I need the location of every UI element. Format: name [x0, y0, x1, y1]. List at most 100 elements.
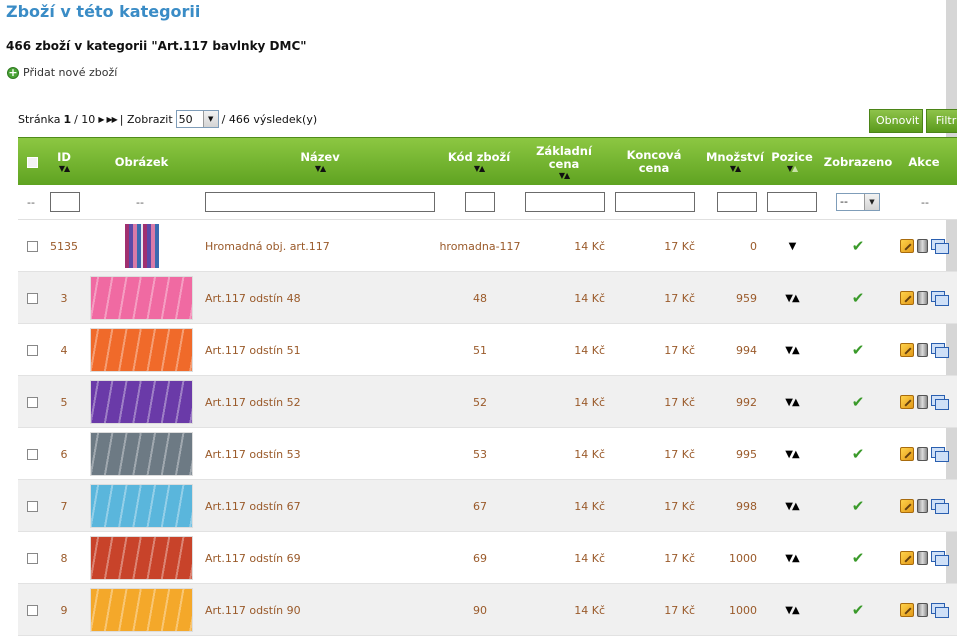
- edit-pencil-icon[interactable]: [900, 551, 914, 565]
- row-name-link[interactable]: Art.117 odstín 69: [205, 552, 301, 565]
- col-name[interactable]: Název ▼▲: [204, 138, 436, 186]
- sort-icon[interactable]: ▼▲: [474, 164, 485, 173]
- product-thumbnail[interactable]: [124, 224, 159, 268]
- product-thumbnail[interactable]: [90, 380, 193, 424]
- product-thumbnail[interactable]: [90, 276, 193, 320]
- row-shown[interactable]: ✔: [822, 584, 894, 636]
- row-name-link[interactable]: Hromadná obj. art.117: [205, 240, 330, 253]
- last-page-icon[interactable]: ▶▶: [106, 115, 117, 124]
- sort-icon[interactable]: ▼▲: [59, 164, 70, 173]
- col-base-price[interactable]: Základní cena ▼▲: [524, 138, 604, 186]
- position-arrows-icon[interactable]: ▼▲: [785, 345, 799, 356]
- product-thumbnail[interactable]: [90, 536, 193, 580]
- edit-pencil-icon[interactable]: [900, 395, 914, 409]
- copy-windows-icon[interactable]: [931, 395, 949, 410]
- row-shown[interactable]: ✔: [822, 428, 894, 480]
- position-arrows-icon[interactable]: ▼▲: [785, 293, 799, 304]
- row-shown[interactable]: ✔: [822, 324, 894, 376]
- copy-windows-icon[interactable]: [931, 447, 949, 462]
- position-arrows-icon[interactable]: ▼▲: [785, 397, 799, 408]
- edit-pencil-icon[interactable]: [900, 343, 914, 357]
- checkmark-icon[interactable]: ✔: [852, 393, 865, 411]
- filter-code-input[interactable]: [465, 192, 495, 212]
- row-shown[interactable]: ✔: [822, 272, 894, 324]
- row-name[interactable]: Art.117 odstín 48: [205, 272, 435, 324]
- product-thumbnail[interactable]: [90, 484, 193, 528]
- trash-icon[interactable]: [917, 603, 928, 617]
- row-position[interactable]: ▼▲: [768, 272, 816, 324]
- checkmark-icon[interactable]: ✔: [852, 497, 865, 515]
- row-shown[interactable]: ✔: [822, 220, 894, 272]
- row-checkbox[interactable]: [26, 552, 38, 564]
- checkmark-icon[interactable]: ✔: [852, 341, 865, 359]
- row-position[interactable]: ▼▲: [768, 324, 816, 376]
- filter-id-input[interactable]: [50, 192, 80, 212]
- row-checkbox[interactable]: [26, 240, 38, 252]
- row-position[interactable]: ▼▲: [768, 584, 816, 636]
- trash-icon[interactable]: [917, 343, 928, 357]
- row-name[interactable]: Art.117 odstín 90: [205, 584, 435, 636]
- checkmark-icon[interactable]: ✔: [852, 549, 865, 567]
- sort-icon[interactable]: ▼▲: [787, 164, 798, 173]
- col-quantity[interactable]: Množství ▼▲: [700, 138, 770, 186]
- row-shown[interactable]: ✔: [822, 532, 894, 584]
- next-page-icon[interactable]: ▶: [98, 115, 104, 124]
- col-code[interactable]: Kód zboží ▼▲: [444, 138, 514, 186]
- edit-pencil-icon[interactable]: [900, 603, 914, 617]
- row-checkbox[interactable]: [26, 396, 38, 408]
- sort-icon[interactable]: ▼▲: [315, 164, 326, 173]
- filter-final-price-input[interactable]: [615, 192, 695, 212]
- select-all-checkbox[interactable]: [26, 156, 38, 168]
- filter-quantity-input[interactable]: [717, 192, 757, 212]
- row-name[interactable]: Art.117 odstín 51: [205, 324, 435, 376]
- trash-icon[interactable]: [917, 239, 928, 253]
- position-arrows-icon[interactable]: ▼▲: [785, 605, 799, 616]
- checkmark-icon[interactable]: ✔: [852, 289, 865, 307]
- row-checkbox[interactable]: [26, 500, 38, 512]
- row-name-link[interactable]: Art.117 odstín 53: [205, 448, 301, 461]
- edit-pencil-icon[interactable]: [900, 499, 914, 513]
- filter-base-price-input[interactable]: [525, 192, 605, 212]
- refresh-button[interactable]: Obnovit: [869, 109, 923, 133]
- product-thumbnail[interactable]: [90, 328, 193, 372]
- col-id[interactable]: ID ▼▲: [46, 138, 82, 186]
- row-name-link[interactable]: Art.117 odstín 52: [205, 396, 301, 409]
- edit-pencil-icon[interactable]: [900, 239, 914, 253]
- copy-windows-icon[interactable]: [931, 603, 949, 618]
- row-name-link[interactable]: Art.117 odstín 48: [205, 292, 301, 305]
- checkmark-icon[interactable]: ✔: [852, 445, 865, 463]
- sort-icon[interactable]: ▼▲: [559, 171, 570, 180]
- trash-icon[interactable]: [917, 447, 928, 461]
- row-position[interactable]: ▼▲: [768, 532, 816, 584]
- col-position[interactable]: Pozice ▼▲: [768, 138, 816, 186]
- row-name-link[interactable]: Art.117 odstín 51: [205, 344, 301, 357]
- copy-windows-icon[interactable]: [931, 343, 949, 358]
- row-shown[interactable]: ✔: [822, 480, 894, 532]
- trash-icon[interactable]: [917, 395, 928, 409]
- row-name[interactable]: Art.117 odstín 67: [205, 480, 435, 532]
- row-checkbox[interactable]: [26, 448, 38, 460]
- row-name-link[interactable]: Art.117 odstín 90: [205, 604, 301, 617]
- product-thumbnail[interactable]: [90, 588, 193, 632]
- row-name-link[interactable]: Art.117 odstín 67: [205, 500, 301, 513]
- position-arrows-icon[interactable]: ▼▲: [785, 449, 799, 460]
- filter-button[interactable]: Filtr: [926, 109, 957, 133]
- copy-windows-icon[interactable]: [931, 291, 949, 306]
- row-checkbox[interactable]: [26, 292, 38, 304]
- sort-icon[interactable]: ▼▲: [730, 164, 741, 173]
- trash-icon[interactable]: [917, 499, 928, 513]
- row-position[interactable]: ▼▲: [768, 480, 816, 532]
- filter-shown-select[interactable]: -- ▼: [836, 193, 880, 211]
- row-position[interactable]: ▼▲: [768, 376, 816, 428]
- position-arrows-icon[interactable]: ▼: [789, 241, 797, 252]
- position-arrows-icon[interactable]: ▼▲: [785, 501, 799, 512]
- add-product-link[interactable]: + Přidat nové zboží: [7, 66, 117, 79]
- row-name[interactable]: Hromadná obj. art.117: [205, 220, 435, 272]
- trash-icon[interactable]: [917, 551, 928, 565]
- copy-windows-icon[interactable]: [931, 239, 949, 254]
- row-checkbox[interactable]: [26, 344, 38, 356]
- trash-icon[interactable]: [917, 291, 928, 305]
- per-page-select[interactable]: 50 ▼: [175, 110, 219, 128]
- position-arrows-icon[interactable]: ▼▲: [785, 553, 799, 564]
- row-name[interactable]: Art.117 odstín 53: [205, 428, 435, 480]
